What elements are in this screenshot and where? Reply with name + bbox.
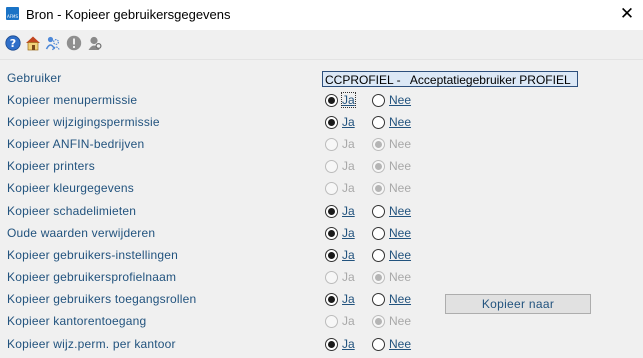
- nee-radio[interactable]: [372, 227, 385, 240]
- app-icon: AFMS: [6, 7, 19, 20]
- toolbar-separator: [0, 59, 643, 60]
- ja-label[interactable]: Ja: [342, 292, 355, 306]
- ja-label: Ja: [342, 181, 355, 195]
- nee-radio[interactable]: [372, 249, 385, 262]
- help-icon[interactable]: ?: [5, 35, 21, 51]
- toolbar: ?: [0, 30, 643, 58]
- user-search-icon: [88, 36, 102, 50]
- ja-label: Ja: [342, 137, 355, 151]
- nee-radio[interactable]: [372, 116, 385, 129]
- ja-radio[interactable]: [325, 338, 338, 351]
- nee-label[interactable]: Nee: [389, 226, 411, 240]
- ja-label: Ja: [342, 270, 355, 284]
- nee-label: Nee: [389, 159, 412, 173]
- option-label: Kopieer kleurgegevens: [7, 181, 134, 195]
- nee-label[interactable]: Nee: [389, 93, 411, 107]
- ja-radio[interactable]: [325, 205, 338, 218]
- ja-radio: [325, 138, 338, 151]
- nee-label: Nee: [389, 270, 412, 284]
- ja-label[interactable]: Ja: [341, 92, 356, 108]
- user-field[interactable]: CCPROFIEL - Acceptatiegebruiker PROFIEL: [322, 71, 578, 87]
- nee-radio[interactable]: [372, 94, 385, 107]
- ja-label[interactable]: Ja: [342, 248, 355, 262]
- option-label: Kopieer schadelimieten: [7, 204, 137, 218]
- app-icon-text: AFMS: [7, 14, 19, 19]
- option-label: Kopieer wijzigingspermissie: [7, 115, 160, 129]
- users-icon[interactable]: [45, 35, 61, 51]
- nee-label[interactable]: Nee: [389, 337, 411, 351]
- option-label: Kopieer ANFIN-bedrijven: [7, 137, 145, 151]
- ja-label: Ja: [342, 159, 355, 173]
- ja-radio: [325, 160, 338, 173]
- close-icon[interactable]: ✕: [611, 0, 643, 30]
- svg-text:?: ?: [10, 37, 16, 50]
- nee-label: Nee: [389, 137, 412, 151]
- ja-radio: [325, 271, 338, 284]
- nee-radio: [372, 160, 385, 173]
- nee-radio: [372, 271, 385, 284]
- info-icon: [66, 35, 82, 51]
- title-bar: AFMS Bron - Kopieer gebruikersgegevens ✕: [0, 0, 643, 30]
- nee-radio: [372, 138, 385, 151]
- option-label: Kopieer printers: [7, 159, 95, 173]
- ja-radio[interactable]: [325, 249, 338, 262]
- option-label: Oude waarden verwijderen: [7, 226, 156, 240]
- nee-radio[interactable]: [372, 338, 385, 351]
- window-title: Bron - Kopieer gebruikersgegevens: [26, 7, 231, 22]
- nee-label[interactable]: Nee: [389, 248, 411, 262]
- option-label: Kopieer kantorentoegang: [7, 314, 147, 328]
- option-label: Kopieer gebruikersprofielnaam: [7, 270, 177, 284]
- ja-radio[interactable]: [325, 293, 338, 306]
- option-label: Kopieer gebruikers-instellingen: [7, 248, 178, 262]
- nee-label: Nee: [389, 314, 412, 328]
- nee-label: Nee: [389, 181, 412, 195]
- ja-radio[interactable]: [325, 94, 338, 107]
- ja-radio: [325, 315, 338, 328]
- ja-radio[interactable]: [325, 116, 338, 129]
- nee-radio: [372, 182, 385, 195]
- ja-label[interactable]: Ja: [342, 337, 355, 351]
- home-icon[interactable]: [25, 35, 41, 51]
- option-label: Kopieer gebruikers toegangsrollen: [7, 292, 197, 306]
- ja-label[interactable]: Ja: [342, 204, 355, 218]
- ja-label[interactable]: Ja: [342, 226, 355, 240]
- copy-to-button[interactable]: Kopieer naar: [445, 294, 591, 314]
- nee-label[interactable]: Nee: [389, 115, 411, 129]
- nee-label[interactable]: Nee: [389, 204, 411, 218]
- option-label: Kopieer wijz.perm. per kantoor: [7, 337, 176, 351]
- ja-label: Ja: [342, 314, 355, 328]
- ja-radio: [325, 182, 338, 195]
- option-label: Kopieer menupermissie: [7, 93, 138, 107]
- ja-radio[interactable]: [325, 227, 338, 240]
- nee-radio[interactable]: [372, 293, 385, 306]
- user-label: Gebruiker: [7, 71, 62, 85]
- nee-label[interactable]: Nee: [389, 292, 411, 306]
- nee-radio: [372, 315, 385, 328]
- ja-label[interactable]: Ja: [342, 115, 355, 129]
- nee-radio[interactable]: [372, 205, 385, 218]
